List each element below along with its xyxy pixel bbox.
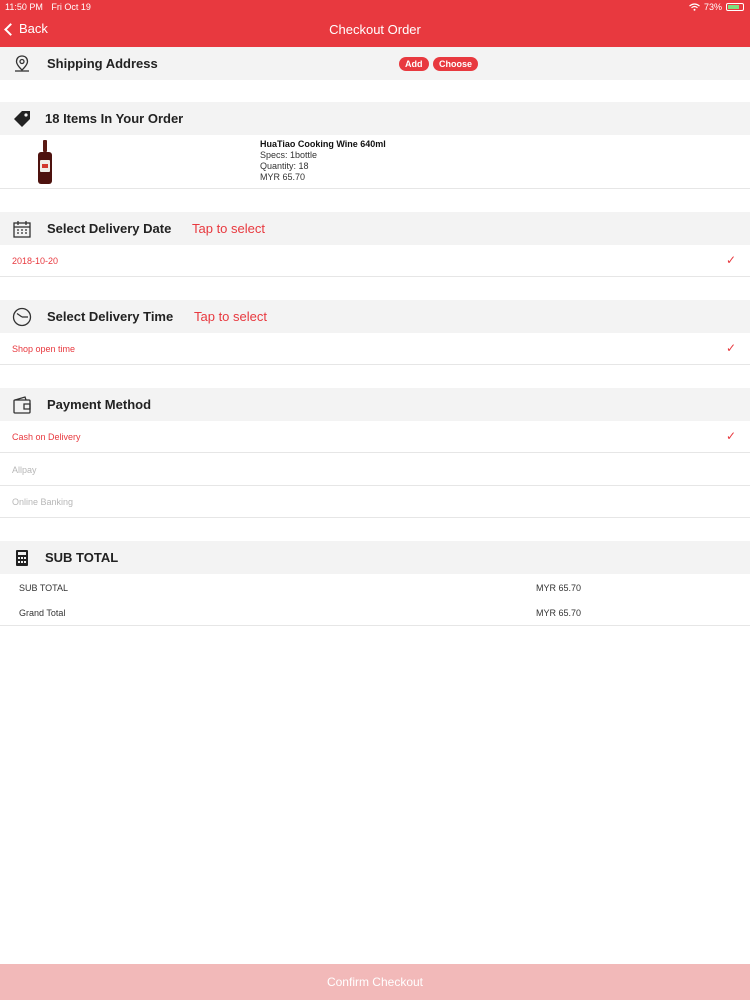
product-specs: Specs: 1bottle — [260, 150, 318, 160]
subtotal-key: SUB TOTAL — [19, 583, 69, 593]
delivery-date-value: 2018-10-20 — [12, 256, 59, 266]
battery-percent: 73% — [703, 2, 722, 12]
calculator-icon — [12, 548, 32, 568]
product-name: HuaTiao Cooking Wine 640ml — [260, 139, 386, 149]
order-item[interactable]: HuaTiao Cooking Wine 640ml Specs: 1bottl… — [0, 135, 750, 189]
grand-total-key: Grand Total — [19, 608, 66, 618]
order-items-section: 18 Items In Your Order — [0, 102, 750, 135]
grand-total-row: Grand Total MYR 65.70 — [0, 600, 750, 626]
payment-option-label: Online Banking — [12, 497, 74, 507]
subtotal-section: SUB TOTAL — [0, 541, 750, 574]
nav-bar: Back Checkout Order — [0, 20, 750, 42]
product-price: MYR 65.70 — [260, 172, 306, 182]
top-bar: 11:50 PM Fri Oct 19 73% Back Checkout Or… — [0, 0, 750, 47]
checkmark-icon: ✓ — [725, 253, 736, 267]
calendar-icon — [12, 219, 32, 239]
subtotal-value: MYR 65.70 — [536, 583, 582, 593]
delivery-date-hint[interactable]: Tap to select — [192, 221, 265, 236]
payment-option-online-banking[interactable]: Online Banking — [0, 486, 750, 518]
delivery-time-value: Shop open time — [12, 344, 76, 354]
confirm-checkout-button[interactable]: Confirm Checkout — [0, 964, 750, 1000]
payment-option-allpay[interactable]: Allpay — [0, 454, 750, 486]
wallet-icon — [12, 395, 32, 415]
status-time: 11:50 PM — [5, 2, 43, 12]
checkmark-icon: ✓ — [725, 429, 736, 443]
choose-address-button[interactable]: Choose — [433, 57, 479, 71]
product-info: HuaTiao Cooking Wine 640ml Specs: 1bottl… — [260, 139, 386, 183]
clock-icon — [12, 307, 32, 327]
shipping-address-section: Shipping Address Add Choose — [0, 47, 750, 80]
delivery-date-row[interactable]: 2018-10-20 ✓ — [0, 245, 750, 277]
delivery-time-label: Select Delivery Time — [47, 309, 174, 324]
add-address-button[interactable]: Add — [399, 57, 429, 71]
product-quantity: Quantity: 18 — [260, 161, 309, 171]
wifi-icon — [689, 3, 700, 11]
page-title: Checkout Order — [329, 22, 421, 37]
grand-total-value: MYR 65.70 — [536, 608, 582, 618]
payment-option-label: Cash on Delivery — [12, 432, 81, 442]
battery-icon — [726, 3, 744, 11]
delivery-date-section[interactable]: Select Delivery Date Tap to select — [0, 212, 750, 245]
tag-icon — [12, 109, 32, 129]
status-date: Fri Oct 19 — [51, 2, 91, 12]
product-image — [38, 140, 52, 184]
shipping-address-label: Shipping Address — [47, 56, 158, 71]
delivery-time-section[interactable]: Select Delivery Time Tap to select — [0, 300, 750, 333]
subtotal-row: SUB TOTAL MYR 65.70 — [0, 575, 750, 600]
delivery-time-hint[interactable]: Tap to select — [194, 309, 267, 324]
delivery-time-row[interactable]: Shop open time ✓ — [0, 333, 750, 365]
delivery-date-label: Select Delivery Date — [47, 221, 172, 236]
payment-option-label: Allpay — [12, 465, 37, 475]
payment-method-section: Payment Method — [0, 388, 750, 421]
payment-option-cash[interactable]: Cash on Delivery ✓ — [0, 421, 750, 453]
status-bar: 11:50 PM Fri Oct 19 73% — [0, 2, 750, 14]
subtotal-label: SUB TOTAL — [45, 550, 119, 565]
checkmark-icon: ✓ — [725, 341, 736, 355]
order-items-label: 18 Items In Your Order — [45, 111, 184, 126]
payment-method-label: Payment Method — [47, 397, 152, 412]
map-pin-icon — [12, 54, 32, 74]
checkout-page: 11:50 PM Fri Oct 19 73% Back Checkout Or… — [0, 0, 750, 1000]
